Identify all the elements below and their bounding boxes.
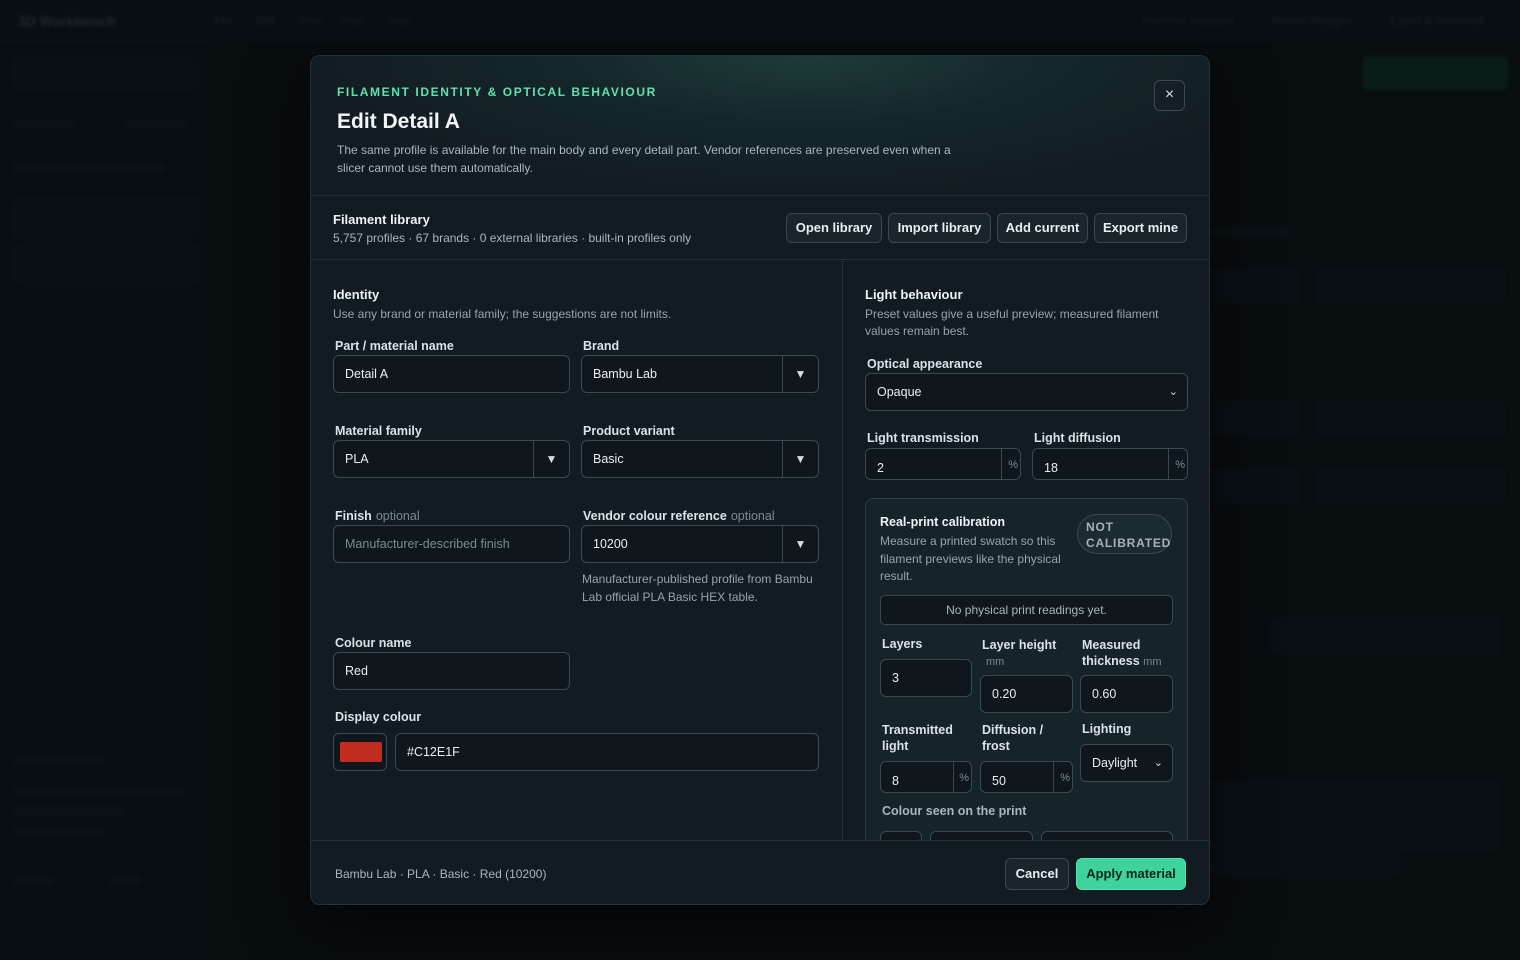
product-variant-combobox[interactable]: Basic ▼: [581, 440, 819, 478]
colour-seen-hex-input[interactable]: [930, 831, 1033, 840]
chevron-down-icon: ⌄: [1168, 386, 1178, 398]
calibration-status-badge: NOT CALIBRATED: [1077, 514, 1172, 554]
transmitted-light-label: Transmitted light: [882, 723, 953, 753]
material-family-combobox[interactable]: PLA ▼: [333, 440, 570, 478]
light-diffusion-value: 18: [1033, 449, 1169, 479]
empty-readings-message: No physical print readings yet.: [880, 595, 1173, 625]
percent-unit: %: [1008, 459, 1018, 471]
measured-thickness-input[interactable]: 0.60: [1080, 675, 1173, 713]
modal-header: FILAMENT IDENTITY & OPTICAL BEHAVIOUR Ed…: [311, 56, 1209, 196]
calibration-subtitle: Measure a printed swatch so this filamen…: [880, 534, 1061, 583]
vendor-ref-label: Vendor colour reference optional: [583, 509, 775, 523]
identity-subtitle: Use any brand or material family; the su…: [333, 307, 672, 321]
export-mine-button[interactable]: Export mine: [1094, 213, 1187, 243]
colour-seen-action[interactable]: [1041, 831, 1173, 840]
identity-title: Identity: [333, 287, 380, 302]
modal-eyebrow: FILAMENT IDENTITY & OPTICAL BEHAVIOUR: [337, 85, 657, 99]
light-diffusion-input[interactable]: 18 %: [1032, 448, 1188, 480]
light-transmission-label: Light transmission: [867, 431, 979, 445]
open-library-button[interactable]: Open library: [786, 213, 882, 243]
measured-thickness-label: Measured thickness mm: [1082, 638, 1162, 668]
cancel-button[interactable]: Cancel: [1005, 858, 1069, 890]
optical-appearance-label: Optical appearance: [867, 357, 983, 371]
edit-material-modal: FILAMENT IDENTITY & OPTICAL BEHAVIOUR Ed…: [310, 55, 1210, 905]
identity-section: Identity Use any brand or material famil…: [311, 261, 842, 840]
modal-description: The same profile is available for the ma…: [337, 143, 951, 175]
import-library-button[interactable]: Import library: [888, 213, 991, 243]
diffusion-frost-label: Diffusion / frost: [982, 723, 1044, 753]
colour-picker-button[interactable]: [333, 733, 387, 771]
vendor-ref-dropdown-arrow-icon[interactable]: ▼: [782, 526, 818, 562]
light-behaviour-section: Light behaviour Preset values give a use…: [842, 261, 1209, 840]
brand-dropdown-arrow-icon[interactable]: ▼: [782, 356, 818, 392]
material-family-label: Material family: [335, 424, 422, 438]
library-title: Filament library: [333, 212, 430, 227]
layers-input[interactable]: 3: [880, 659, 972, 697]
brand-combobox[interactable]: Bambu Lab ▼: [581, 355, 819, 393]
library-summary: 5,757 profiles · 67 brands · 0 external …: [333, 231, 692, 245]
brand-value: Bambu Lab: [593, 367, 657, 381]
product-variant-label: Product variant: [583, 424, 675, 438]
colour-seen-label: Colour seen on the print: [882, 804, 1027, 818]
finish-label: Finish optional: [335, 509, 420, 523]
layer-height-label: Layer height mm: [982, 638, 1057, 668]
product-variant-value: Basic: [593, 452, 624, 466]
product-variant-dropdown-arrow-icon[interactable]: ▼: [782, 441, 818, 477]
diffusion-frost-input[interactable]: 50 %: [980, 761, 1073, 793]
transmitted-light-input[interactable]: 8 %: [880, 761, 972, 793]
diffusion-frost-value: 50: [981, 762, 1054, 792]
display-colour-label: Display colour: [335, 710, 422, 724]
colour-name-input[interactable]: Red: [333, 652, 570, 690]
vendor-ref-helper: Manufacturer-published profile from Bamb…: [582, 572, 813, 604]
close-icon: ×: [1164, 86, 1175, 103]
vendor-ref-combobox[interactable]: 10200 ▼: [581, 525, 819, 563]
layers-label: Layers: [882, 637, 923, 651]
lighting-value: Daylight: [1092, 756, 1138, 770]
light-subtitle: Preset values give a useful preview; mea…: [865, 307, 1159, 338]
add-current-button[interactable]: Add current: [997, 213, 1088, 243]
lighting-select[interactable]: Daylight ⌄: [1080, 744, 1173, 782]
percent-unit: %: [1175, 459, 1185, 471]
colour-swatch: [340, 742, 382, 762]
layer-height-input[interactable]: 0.20: [980, 675, 1073, 713]
display-colour-hex-input[interactable]: #C12E1F: [395, 733, 819, 771]
part-name-input[interactable]: Detail A: [333, 355, 570, 393]
material-family-dropdown-arrow-icon[interactable]: ▼: [533, 441, 569, 477]
light-title: Light behaviour: [865, 287, 963, 302]
percent-unit: %: [1060, 772, 1070, 784]
modal-title: Edit Detail A: [337, 110, 460, 133]
light-diffusion-label: Light diffusion: [1034, 431, 1121, 445]
part-name-label: Part / material name: [335, 339, 454, 353]
percent-unit: %: [959, 772, 969, 784]
optical-appearance-select[interactable]: Opaque ⌄: [865, 373, 1188, 411]
transmitted-light-value: 8: [881, 762, 954, 792]
material-summary: Bambu Lab · PLA · Basic · Red (10200): [335, 867, 547, 881]
calibration-card: Real-print calibration Measure a printed…: [865, 498, 1188, 840]
chevron-down-icon: ⌄: [1153, 757, 1163, 769]
brand-label: Brand: [583, 339, 620, 353]
colour-seen-swatch[interactable]: [880, 831, 922, 840]
colour-name-label: Colour name: [335, 636, 412, 650]
close-button[interactable]: ×: [1154, 80, 1185, 111]
calibration-title: Real-print calibration: [880, 515, 1006, 529]
finish-input[interactable]: Manufacturer-described finish: [333, 525, 570, 563]
lighting-label: Lighting: [1082, 722, 1132, 736]
light-transmission-value: 2: [866, 449, 1002, 479]
modal-footer: Bambu Lab · PLA · Basic · Red (10200) Ca…: [311, 840, 1209, 904]
apply-material-button[interactable]: Apply material: [1076, 858, 1186, 890]
vendor-ref-value: 10200: [593, 537, 628, 551]
optical-appearance-value: Opaque: [877, 385, 922, 399]
material-family-value: PLA: [345, 452, 369, 466]
light-transmission-input[interactable]: 2 %: [865, 448, 1021, 480]
